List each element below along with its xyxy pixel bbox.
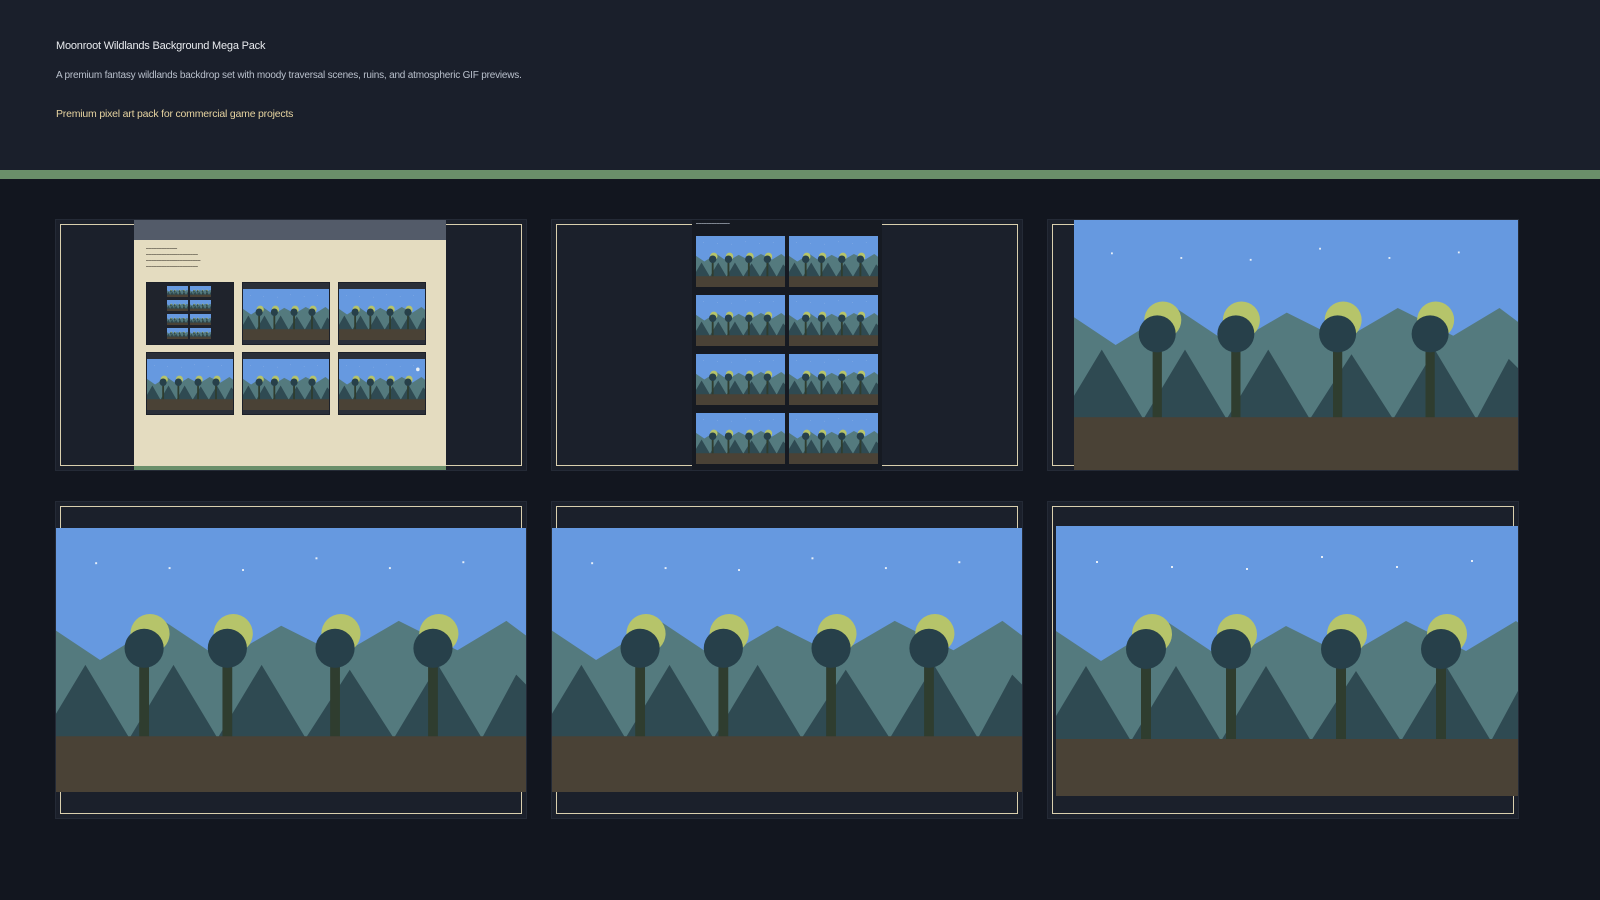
thumbnail-sheet-image: ▬▬▬▬▬▬▬▬▬▬▬▬▬ [692, 220, 882, 470]
scene-thumbnail [789, 413, 878, 464]
gallery-tile-scene[interactable] [1048, 220, 1518, 470]
scene-thumbnail [147, 359, 233, 410]
scene-preview-image [1056, 526, 1518, 796]
scene-thumbnail [167, 314, 188, 325]
scene-thumbnail [190, 314, 211, 325]
store-preview-bar [134, 220, 446, 240]
scene-preview-image [552, 528, 1022, 792]
scene-preview-image [56, 528, 526, 792]
gallery-tile-thumbnail-sheet[interactable]: ▬▬▬▬▬▬▬▬▬▬▬▬▬ [552, 220, 1022, 470]
scene-thumbnail [167, 286, 188, 297]
header: Moonroot Wildlands Background Mega Pack … [0, 0, 1600, 170]
scene-thumbnail [167, 300, 188, 311]
store-preview-text-lines: ▬▬▬▬▬▬▬▬▬▬▬▬ ▬▬▬▬▬▬▬▬▬▬▬▬▬▬▬▬▬▬▬▬ ▬▬▬▬▬▬… [146, 247, 201, 268]
scene-thumbnail [696, 236, 785, 287]
accent-stripe [0, 170, 1600, 179]
gallery-tile-scene[interactable] [1048, 502, 1518, 818]
pack-description: A premium fantasy wildlands backdrop set… [56, 70, 522, 81]
store-thumb [242, 282, 330, 345]
gallery-tile-store-preview[interactable]: ▬▬▬▬▬▬▬▬▬▬▬▬ ▬▬▬▬▬▬▬▬▬▬▬▬▬▬▬▬▬▬▬▬ ▬▬▬▬▬▬… [56, 220, 526, 470]
scene-thumbnail [696, 413, 785, 464]
store-thumb [242, 352, 330, 415]
scene-thumbnail [339, 289, 425, 340]
scene-thumbnail [696, 295, 785, 346]
store-thumb [146, 352, 234, 415]
store-thumb [338, 352, 426, 415]
scene-thumbnail [789, 354, 878, 405]
store-thumb [338, 282, 426, 345]
gallery-tile-scene[interactable] [552, 502, 1022, 818]
gallery-tile-scene[interactable] [56, 502, 526, 818]
scene-thumbnail [339, 359, 425, 410]
scene-thumbnail [696, 354, 785, 405]
scene-thumbnail [190, 328, 211, 339]
scene-thumbnail [789, 236, 878, 287]
scene-thumbnail [190, 286, 211, 297]
scene-thumbnail [167, 328, 188, 339]
store-preview-footer [134, 466, 446, 470]
scene-thumbnail [243, 289, 329, 340]
scene-thumbnail [243, 359, 329, 410]
scene-preview-image [1074, 220, 1518, 470]
scene-thumbnail [190, 300, 211, 311]
page-title: Moonroot Wildlands Background Mega Pack [56, 40, 266, 52]
scene-thumbnail [789, 295, 878, 346]
store-page-preview-image: ▬▬▬▬▬▬▬▬▬▬▬▬ ▬▬▬▬▬▬▬▬▬▬▬▬▬▬▬▬▬▬▬▬ ▬▬▬▬▬▬… [134, 220, 446, 470]
store-thumb-sheet [146, 282, 234, 345]
pack-tagline: Premium pixel art pack for commercial ga… [56, 108, 294, 120]
